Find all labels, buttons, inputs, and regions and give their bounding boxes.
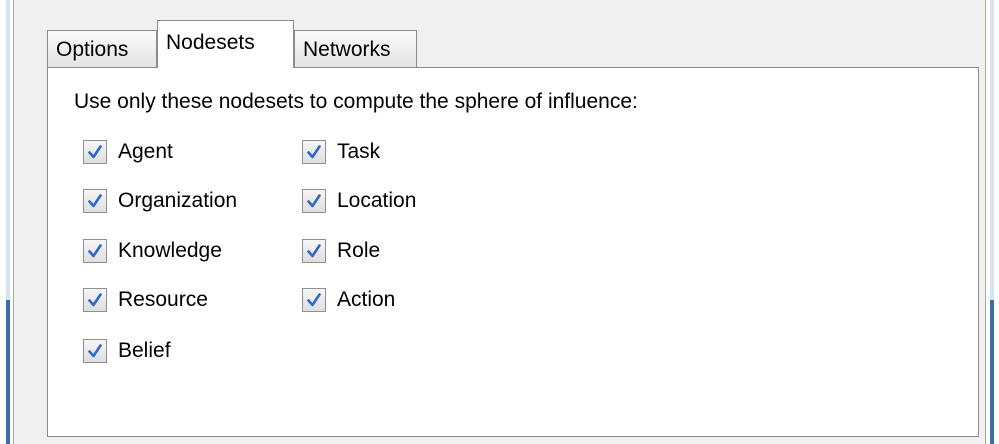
tab-networks[interactable]: Networks xyxy=(294,30,417,68)
checkbox-resource[interactable]: Resource xyxy=(83,286,208,314)
checkbox-organization[interactable]: Organization xyxy=(83,187,237,215)
checkbox-belief[interactable]: Belief xyxy=(83,337,171,365)
window-frame-left-highlight xyxy=(6,0,10,300)
checkbox-label: Resource xyxy=(118,288,208,311)
checkbox-label: Role xyxy=(337,239,381,262)
check-icon xyxy=(88,194,102,208)
checkbox-role[interactable]: Role xyxy=(302,237,380,265)
checkbox-box[interactable] xyxy=(302,140,326,164)
window-frame-right-highlight xyxy=(990,0,994,300)
checkbox-box[interactable] xyxy=(83,239,107,263)
window-frame-right xyxy=(986,0,999,444)
checkbox-action[interactable]: Action xyxy=(302,286,395,314)
checkbox-task[interactable]: Task xyxy=(302,138,380,166)
checkbox-label: Belief xyxy=(118,339,171,362)
checkbox-label: Location xyxy=(337,189,417,212)
checkbox-box[interactable] xyxy=(83,140,107,164)
sphere-of-influence-dialog: Options Nodesets Networks Use only these… xyxy=(13,0,986,444)
checkbox-box[interactable] xyxy=(302,189,326,213)
checkbox-knowledge[interactable]: Knowledge xyxy=(83,237,222,265)
checkbox-box[interactable] xyxy=(302,288,326,312)
check-icon xyxy=(88,145,102,159)
nodesets-instructions: Use only these nodesets to compute the s… xyxy=(74,90,638,113)
checkbox-box[interactable] xyxy=(302,239,326,263)
checkbox-label: Agent xyxy=(118,140,173,163)
tab-options[interactable]: Options xyxy=(47,30,157,68)
check-icon xyxy=(307,194,321,208)
checkbox-label: Organization xyxy=(118,189,238,212)
checkbox-box[interactable] xyxy=(83,339,107,363)
checkbox-box[interactable] xyxy=(83,288,107,312)
nodesets-panel: Use only these nodesets to compute the s… xyxy=(47,67,979,437)
check-icon xyxy=(307,244,321,258)
check-icon xyxy=(88,293,102,307)
checkbox-agent[interactable]: Agent xyxy=(83,138,173,166)
check-icon xyxy=(307,145,321,159)
tab-nodesets[interactable]: Nodesets xyxy=(157,20,294,68)
check-icon xyxy=(307,293,321,307)
checkbox-box[interactable] xyxy=(83,189,107,213)
checkbox-label: Action xyxy=(337,288,396,311)
check-icon xyxy=(88,244,102,258)
checkbox-location[interactable]: Location xyxy=(302,187,416,215)
window-frame-left xyxy=(0,0,13,444)
checkbox-label: Knowledge xyxy=(118,239,222,262)
checkbox-label: Task xyxy=(337,140,381,163)
check-icon xyxy=(88,344,102,358)
